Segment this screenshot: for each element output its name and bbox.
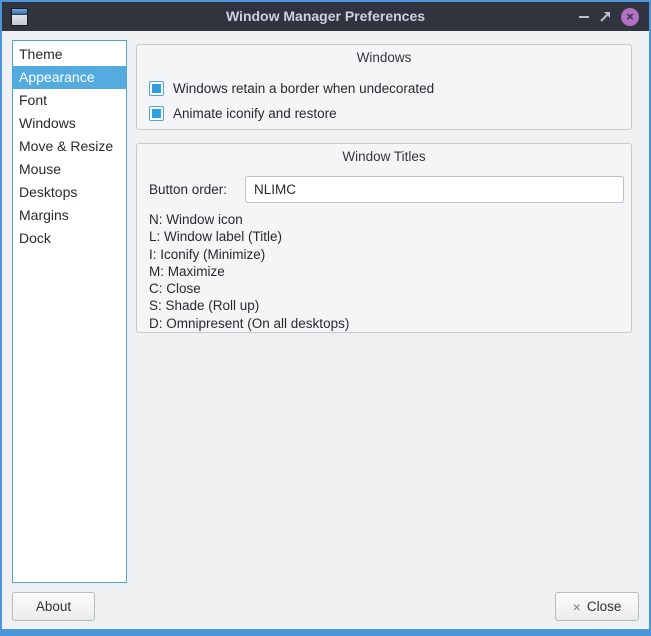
button-order-row: Button order: <box>149 176 624 203</box>
sidebar-item-desktops[interactable]: Desktops <box>13 181 126 204</box>
close-button-x-icon: × <box>573 599 581 615</box>
checkbox-checked-mark <box>152 109 161 118</box>
sidebar-item-font[interactable]: Font <box>13 89 126 112</box>
category-list[interactable]: Theme Appearance Font Windows Move & Res… <box>12 40 127 583</box>
dialog-content: Theme Appearance Font Windows Move & Res… <box>2 31 649 629</box>
titlebar[interactable]: Window Manager Preferences × <box>2 2 649 31</box>
sidebar-item-windows[interactable]: Windows <box>13 112 126 135</box>
legend-line-d: D: Omnipresent (On all desktops) <box>149 315 349 332</box>
window-title: Window Manager Preferences <box>2 2 649 31</box>
animate-iconify-checkbox[interactable] <box>149 106 164 121</box>
about-button[interactable]: About <box>12 592 95 621</box>
legend-line-n: N: Window icon <box>149 211 349 228</box>
about-button-label: About <box>36 599 71 614</box>
retain-border-label: Windows retain a border when undecorated <box>173 81 434 96</box>
legend-line-c: C: Close <box>149 280 349 297</box>
titlebar-controls: × <box>579 2 639 31</box>
close-button-label: Close <box>587 599 622 614</box>
minimize-icon[interactable] <box>579 16 589 18</box>
window-titles-group: Window Titles Button order: N: Window ic… <box>136 143 632 333</box>
sidebar-item-move-resize[interactable]: Move & Resize <box>13 135 126 158</box>
legend-line-m: M: Maximize <box>149 263 349 280</box>
legend-line-l: L: Window label (Title) <box>149 228 349 245</box>
restore-icon[interactable] <box>599 11 611 23</box>
close-button[interactable]: × Close <box>555 592 639 621</box>
windows-group-title: Windows <box>137 45 631 65</box>
button-order-label: Button order: <box>149 182 245 197</box>
sidebar-item-appearance[interactable]: Appearance <box>13 66 126 89</box>
window-manager-preferences-dialog: Window Manager Preferences × Theme Appea… <box>0 0 651 636</box>
windows-group: Windows Windows retain a border when und… <box>136 44 632 130</box>
sidebar-item-dock[interactable]: Dock <box>13 227 126 250</box>
sidebar-item-mouse[interactable]: Mouse <box>13 158 126 181</box>
sidebar-item-margins[interactable]: Margins <box>13 204 126 227</box>
close-window-icon[interactable]: × <box>621 8 639 26</box>
window-titles-group-title: Window Titles <box>137 144 631 164</box>
legend-line-s: S: Shade (Roll up) <box>149 297 349 314</box>
animate-iconify-label: Animate iconify and restore <box>173 106 337 121</box>
animate-iconify-row: Animate iconify and restore <box>149 106 337 121</box>
button-order-input[interactable] <box>245 176 624 203</box>
sidebar-item-theme[interactable]: Theme <box>13 43 126 66</box>
checkbox-checked-mark <box>152 84 161 93</box>
legend-line-i: I: Iconify (Minimize) <box>149 246 349 263</box>
retain-border-checkbox[interactable] <box>149 81 164 96</box>
button-order-legend: N: Window icon L: Window label (Title) I… <box>149 211 349 332</box>
retain-border-row: Windows retain a border when undecorated <box>149 81 434 96</box>
